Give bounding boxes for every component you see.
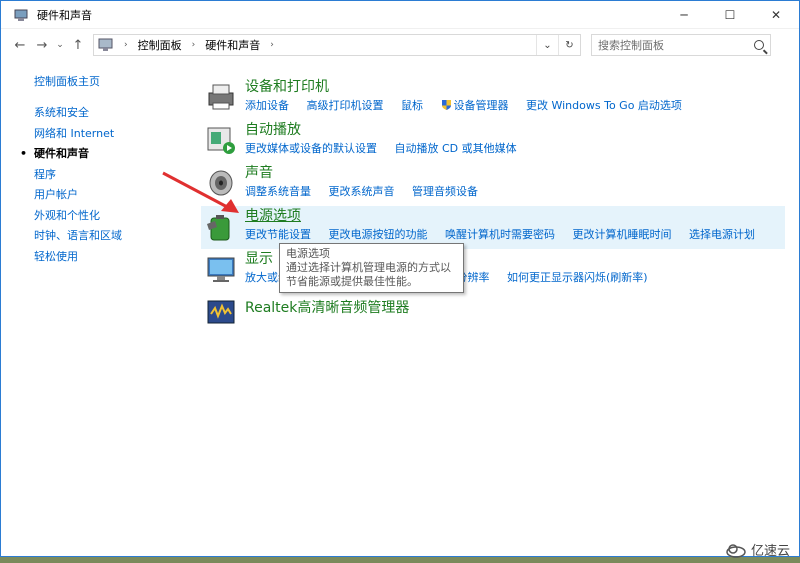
address-field[interactable]: › 控制面板 › 硬件和声音 › ⌄ ↻: [93, 34, 581, 56]
cloud-logo-icon: [726, 543, 746, 558]
link-mouse[interactable]: 鼠标: [401, 99, 423, 112]
category-title[interactable]: 电源选项: [245, 206, 785, 226]
monitor-icon[interactable]: [205, 253, 237, 285]
link-windows-to-go[interactable]: 更改 Windows To Go 启动选项: [526, 99, 682, 112]
link-refresh-rate[interactable]: 如何更正显示器闪烁(刷新率): [507, 271, 648, 284]
link-manage-audio-devices[interactable]: 管理音频设备: [412, 185, 478, 198]
link-autoplay-cd[interactable]: 自动播放 CD 或其他媒体: [395, 142, 517, 155]
sidebar-item-network[interactable]: 网络和 Internet: [34, 124, 184, 145]
back-button[interactable]: ←: [9, 34, 31, 56]
breadcrumb-control-panel[interactable]: 控制面板: [138, 37, 182, 53]
link-power-button[interactable]: 更改电源按钮的功能: [329, 228, 428, 241]
minimize-button[interactable]: ─: [661, 1, 707, 29]
red-arrow-annotation: [162, 171, 239, 213]
forward-button[interactable]: →: [31, 34, 53, 56]
title-bar: 硬件和声音 ─ ☐ ✕: [1, 1, 799, 29]
close-button[interactable]: ✕: [753, 1, 799, 29]
category-devices-printers: 设备和打印机 添加设备 高级打印机设置 鼠标 设备管理器 更改 Windows …: [201, 77, 800, 120]
category-autoplay: 自动播放 更改媒体或设备的默认设置 自动播放 CD 或其他媒体: [201, 120, 800, 163]
autoplay-icon[interactable]: [205, 124, 237, 156]
category-title[interactable]: Realtek高清晰音频管理器: [245, 292, 800, 316]
printer-icon[interactable]: [205, 81, 237, 113]
link-change-sounds[interactable]: 更改系统声音: [329, 185, 395, 198]
category-sound: 声音 调整系统音量 更改系统声音 管理音频设备: [201, 163, 800, 206]
window-title: 硬件和声音: [37, 8, 92, 22]
link-change-power-saving[interactable]: 更改节能设置: [245, 228, 311, 241]
control-panel-icon: [13, 7, 29, 23]
breadcrumb-separator[interactable]: ›: [270, 40, 274, 50]
sidebar-item-ease-of-access[interactable]: 轻松使用: [34, 247, 184, 268]
shield-icon: [441, 100, 451, 110]
search-input[interactable]: 搜索控制面板: [591, 34, 771, 56]
sidebar-item-clock-region[interactable]: 时钟、语言和区域: [34, 226, 184, 247]
sidebar: 控制面板主页 系统和安全 网络和 Internet 硬件和声音 程序 用户帐户 …: [20, 73, 184, 268]
refresh-button[interactable]: ↻: [558, 35, 580, 55]
search-icon[interactable]: [754, 40, 764, 50]
sidebar-home-link[interactable]: 控制面板主页: [34, 73, 184, 89]
sidebar-item-system-security[interactable]: 系统和安全: [34, 103, 184, 124]
watermark-text: 亿速云: [750, 544, 790, 559]
watermark: 亿速云: [725, 540, 790, 559]
category-title[interactable]: 设备和打印机: [245, 77, 800, 97]
tooltip: 电源选项 通过选择计算机管理电源的方式以节省能源或提供最佳性能。: [279, 243, 464, 293]
realtek-audio-icon[interactable]: [205, 296, 237, 328]
up-button[interactable]: ↑: [67, 34, 89, 56]
link-device-manager[interactable]: 设备管理器: [454, 99, 509, 112]
control-panel-window: 硬件和声音 ─ ☐ ✕ ← → ⌄ ↑ › 控制面板 › 硬件和声音 › ⌄ ↻…: [0, 0, 800, 557]
category-title[interactable]: 声音: [245, 163, 800, 183]
search-placeholder: 搜索控制面板: [598, 39, 664, 52]
link-sleep-time[interactable]: 更改计算机睡眠时间: [573, 228, 672, 241]
address-dropdown-button[interactable]: ⌄: [536, 35, 558, 55]
link-require-password[interactable]: 唤醒计算机时需要密码: [445, 228, 555, 241]
tooltip-title: 电源选项: [286, 247, 330, 260]
breadcrumb-separator[interactable]: ›: [192, 40, 196, 50]
breadcrumb-separator[interactable]: ›: [124, 40, 128, 50]
category-title[interactable]: 自动播放: [245, 120, 800, 140]
control-panel-location-icon: [98, 38, 113, 51]
address-bar-row: ← → ⌄ ↑ › 控制面板 › 硬件和声音 › ⌄ ↻ 搜索控制面板: [1, 29, 799, 61]
link-add-device[interactable]: 添加设备: [245, 99, 289, 112]
link-advanced-printer[interactable]: 高级打印机设置: [307, 99, 384, 112]
breadcrumb-hardware-sound[interactable]: 硬件和声音: [205, 37, 260, 53]
category-list: 设备和打印机 添加设备 高级打印机设置 鼠标 设备管理器 更改 Windows …: [201, 77, 800, 335]
sidebar-item-hardware-sound[interactable]: 硬件和声音: [20, 144, 184, 165]
category-realtek: Realtek高清晰音频管理器: [201, 292, 800, 335]
link-change-media-defaults[interactable]: 更改媒体或设备的默认设置: [245, 142, 377, 155]
link-adjust-volume[interactable]: 调整系统音量: [245, 185, 311, 198]
link-choose-power-plan[interactable]: 选择电源计划: [689, 228, 755, 241]
recent-locations-button[interactable]: ⌄: [53, 34, 67, 56]
maximize-button[interactable]: ☐: [707, 1, 753, 29]
tooltip-body: 通过选择计算机管理电源的方式以节省能源或提供最佳性能。: [286, 261, 451, 288]
